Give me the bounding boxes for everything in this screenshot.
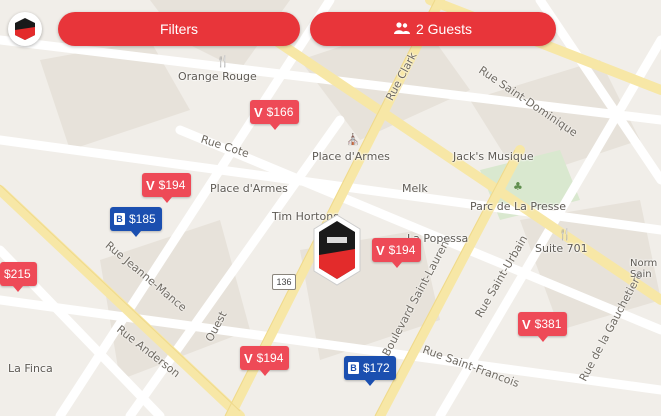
poi-label: Orange Rouge [178,70,257,83]
venue-location-marker[interactable] [312,213,362,287]
tree-icon: ♣ [513,180,523,193]
guests-button[interactable]: 2 Guests [310,12,556,46]
listing-price: $194 [388,243,416,257]
route-shield: 136 [272,274,296,290]
poi-label: Suite 701 [535,242,588,255]
guests-label: 2 Guests [415,21,473,37]
listing-price: $381 [534,317,562,331]
listing-price: $166 [266,105,294,119]
poi-label: Jack's Musique [453,150,534,163]
airbnb-icon: V [376,242,385,258]
airbnb-icon: V [254,104,263,120]
listing-pin[interactable]: $215 [0,262,37,292]
filters-button[interactable]: Filters [58,12,300,46]
booking-icon: B [348,362,359,374]
logo-icon [15,18,35,40]
poi-label: Melk [402,182,428,195]
listing-price: $172 [363,361,390,375]
listing-pin[interactable]: B $185 [110,207,162,237]
filters-label: Filters [159,21,199,37]
people-icon [393,21,410,37]
restaurant-icon: 🍴 [558,228,572,241]
airbnb-icon: V [244,350,253,366]
poi-label: La Finca [8,362,53,375]
listing-price: $215 [4,267,31,281]
listing-price: $194 [256,351,284,365]
poi-label: Norm Sain [630,258,658,280]
poi-label: Place d'Armes [312,150,390,163]
booking-icon: B [114,213,125,225]
poi-label: Place d'Armes [210,182,288,195]
app-logo[interactable] [8,12,42,46]
landmark-icon: ⛪ [346,133,360,146]
restaurant-icon: 🍴 [216,55,230,68]
poi-label: Parc de La Presse [470,200,567,213]
listing-pin[interactable]: V $194 [142,173,192,203]
listing-pin[interactable]: V $166 [250,100,300,130]
listing-price: $194 [158,178,186,192]
airbnb-icon: V [522,316,531,332]
listing-price: $185 [129,212,156,226]
listing-pin[interactable]: V $194 [372,238,422,268]
listing-pin[interactable]: B $172 [344,356,396,386]
listing-pin[interactable]: V $381 [518,312,568,342]
airbnb-icon: V [146,177,155,193]
listing-pin[interactable]: V $194 [240,346,290,376]
